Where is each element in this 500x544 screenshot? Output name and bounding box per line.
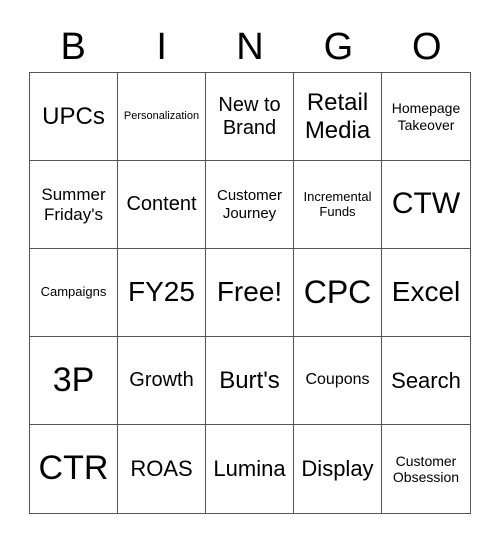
bingo-grid: UPCs Personalization New to Brand Retail… bbox=[29, 72, 471, 514]
bingo-cell[interactable]: New to Brand bbox=[206, 73, 294, 161]
bingo-cell[interactable]: Summer Friday's bbox=[30, 161, 118, 249]
bingo-cell[interactable]: Search bbox=[382, 337, 470, 425]
bingo-cell[interactable]: Display bbox=[294, 425, 382, 513]
bingo-cell[interactable]: Content bbox=[118, 161, 206, 249]
bingo-cell[interactable]: FY25 bbox=[118, 249, 206, 337]
header-letter-o: O bbox=[412, 26, 442, 68]
bingo-cell[interactable]: Customer Obsession bbox=[382, 425, 470, 513]
header-letter-n: N bbox=[236, 26, 264, 68]
bingo-cell[interactable]: Coupons bbox=[294, 337, 382, 425]
bingo-cell[interactable]: Lumina bbox=[206, 425, 294, 513]
bingo-cell[interactable]: ROAS bbox=[118, 425, 206, 513]
bingo-cell[interactable]: Homepage Takeover bbox=[382, 73, 470, 161]
bingo-header: B I N G O bbox=[29, 22, 471, 72]
bingo-cell[interactable]: Incremental Funds bbox=[294, 161, 382, 249]
bingo-cell[interactable]: CPC bbox=[294, 249, 382, 337]
bingo-cell[interactable]: Excel bbox=[382, 249, 470, 337]
bingo-cell[interactable]: CTR bbox=[30, 425, 118, 513]
bingo-cell[interactable]: Customer Journey bbox=[206, 161, 294, 249]
bingo-cell[interactable]: UPCs bbox=[30, 73, 118, 161]
header-letter-b: B bbox=[60, 26, 86, 68]
bingo-cell[interactable]: Burt's bbox=[206, 337, 294, 425]
header-letter-g: G bbox=[323, 26, 354, 68]
bingo-cell[interactable]: 3P bbox=[30, 337, 118, 425]
bingo-cell[interactable]: Retail Media bbox=[294, 73, 382, 161]
bingo-cell[interactable]: Free! bbox=[206, 249, 294, 337]
bingo-cell[interactable]: Campaigns bbox=[30, 249, 118, 337]
bingo-cell[interactable]: CTW bbox=[382, 161, 470, 249]
bingo-cell[interactable]: Growth bbox=[118, 337, 206, 425]
header-letter-i: I bbox=[156, 26, 167, 68]
bingo-cell[interactable]: Personalization bbox=[118, 73, 206, 161]
